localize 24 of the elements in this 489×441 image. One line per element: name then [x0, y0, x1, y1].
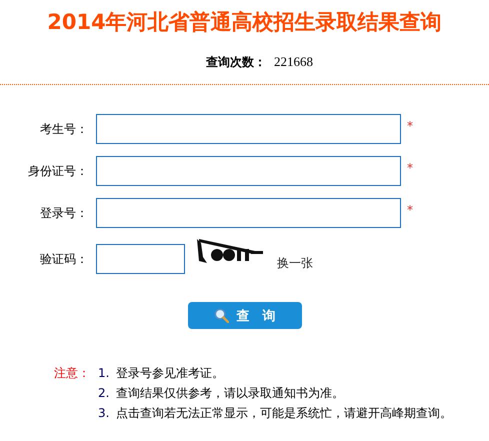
note-text: 查询结果仅供参考，请以录取通知书为准。 [116, 385, 344, 401]
required-mark: * [407, 119, 413, 133]
query-count-label: 查询次数： [206, 54, 266, 70]
input-field[interactable] [96, 198, 401, 228]
required-mark: * [407, 203, 413, 217]
note-number: 2. [98, 385, 110, 401]
note-text: 点击查询若无法正常显示，可能是系统忙，请避开高峰期查询。 [116, 405, 452, 421]
search-icon [214, 308, 228, 323]
input-field[interactable] [96, 156, 401, 186]
note-number: 1. [98, 365, 110, 381]
input-field[interactable] [96, 244, 185, 274]
input-field[interactable] [96, 114, 401, 144]
field-label: 验证码： [39, 250, 88, 268]
refresh-captcha-link[interactable]: 换一张 [277, 254, 313, 272]
search-button[interactable]: 查 询 [188, 302, 302, 329]
required-mark: * [407, 161, 413, 175]
notes-label: 注意： [53, 365, 91, 382]
note-text: 登录号参见准考证。 [116, 365, 224, 381]
field-label: 登录号： [39, 204, 88, 222]
field-label: 身份证号： [27, 162, 88, 180]
field-label: 考生号： [39, 120, 88, 138]
page-title: 2014年河北省普通高校招生录取结果查询 [46, 9, 443, 36]
query-count-value: 221668 [274, 54, 313, 70]
note-number: 3. [98, 405, 110, 421]
